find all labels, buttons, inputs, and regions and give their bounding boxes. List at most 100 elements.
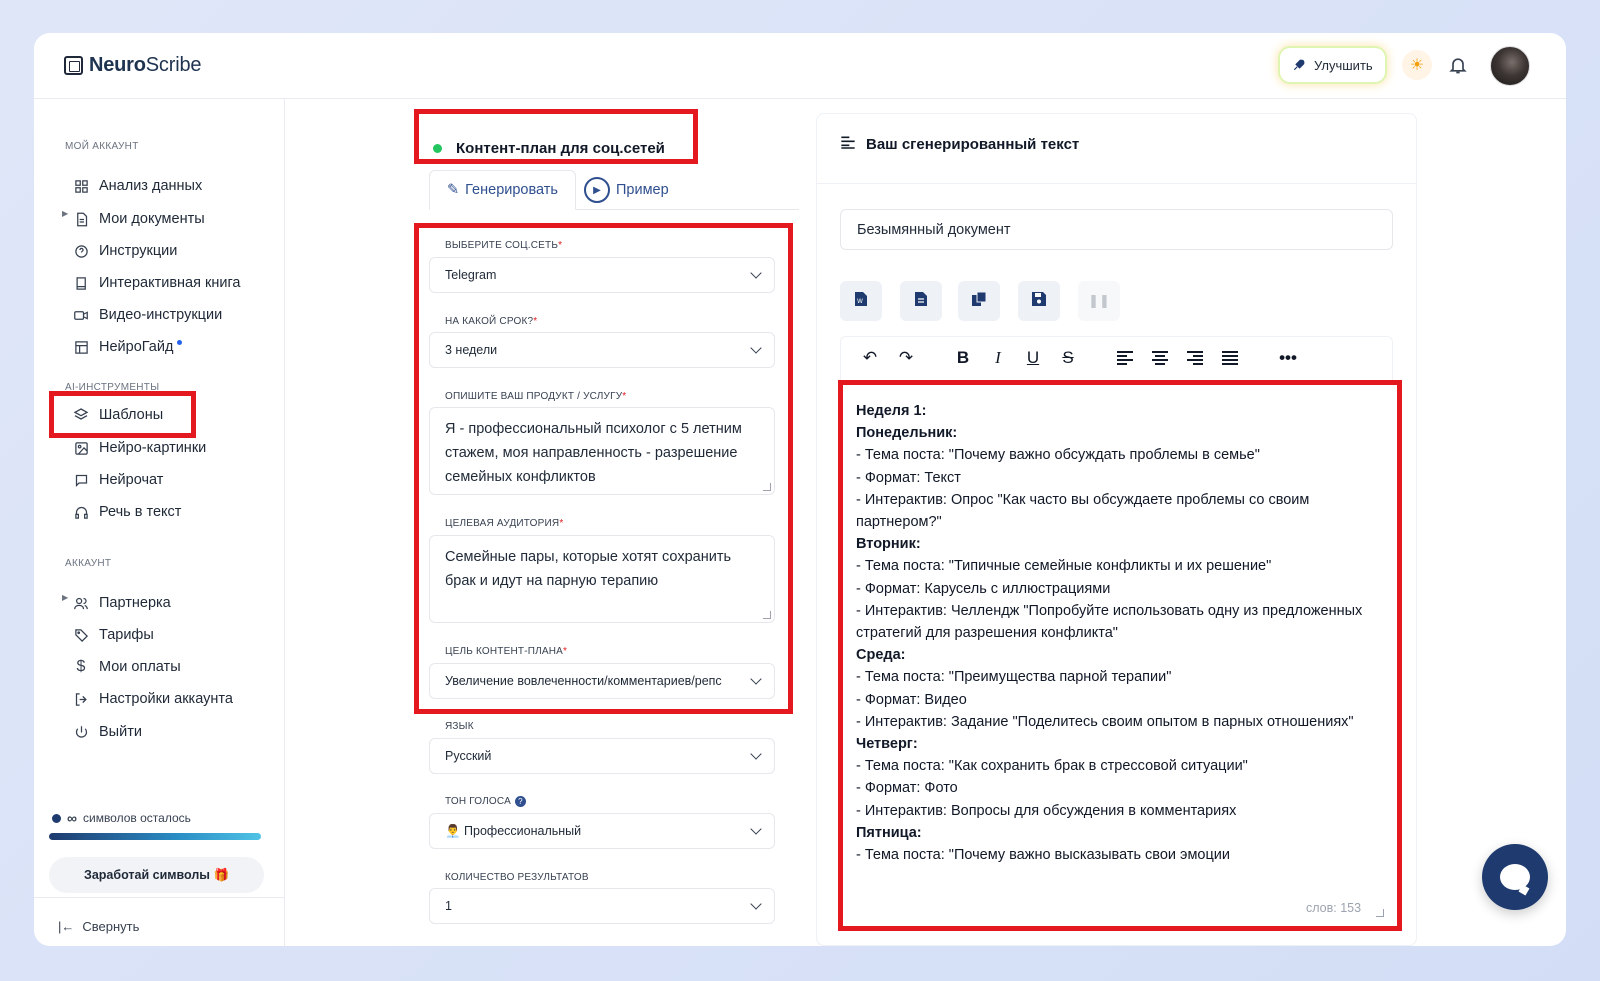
- editor-line: - Формат: Видео: [856, 691, 967, 708]
- editor-resize-handle[interactable]: [1376, 909, 1384, 917]
- language-select[interactable]: Русский: [429, 738, 775, 774]
- dollar-icon: $: [76, 658, 86, 675]
- export-word-button[interactable]: W: [840, 281, 882, 321]
- sidebar-item-partner[interactable]: Партнерка: [73, 591, 171, 615]
- chevron-down-icon: [750, 898, 762, 910]
- editor-line: - Формат: Фото: [856, 780, 958, 797]
- sidebar-item-my-documents[interactable]: Мои документы: [73, 207, 205, 231]
- language-label: ЯЗЫК: [445, 721, 474, 732]
- tone-select[interactable]: 👨‍💼 Профессиональный: [429, 813, 775, 849]
- sidebar-item-label: Анализ данных: [99, 178, 203, 194]
- chevron-down-icon: [750, 823, 762, 835]
- editor-line: - Тема поста: "Типичные семейные конфлик…: [856, 558, 1272, 575]
- sidebar: МОЙ АККАУНТ Анализ данных ▶ Мои документ…: [34, 99, 285, 946]
- sidebar-item-speech-to-text[interactable]: Речь в текст: [73, 500, 181, 524]
- editor-line: Среда:: [856, 647, 906, 664]
- tab-generate[interactable]: ✎ Генерировать: [429, 170, 576, 210]
- sidebar-item-neuroguide[interactable]: НейроГайд: [73, 335, 183, 359]
- social-select[interactable]: Telegram: [429, 257, 775, 293]
- sidebar-divider: [34, 897, 285, 898]
- logo-icon: [64, 56, 83, 75]
- copy-button[interactable]: [958, 281, 1000, 321]
- form-tabs: ✎ Генерировать ▶ Пример: [429, 170, 799, 210]
- user-avatar[interactable]: [1490, 46, 1530, 86]
- expand-caret-icon[interactable]: ▶: [62, 209, 68, 218]
- sidebar-item-data-analysis[interactable]: Анализ данных: [73, 174, 202, 198]
- chevron-down-icon: [750, 673, 762, 685]
- align-center-icon[interactable]: [1148, 346, 1172, 370]
- layers-icon: [73, 407, 89, 423]
- editor-line: - Интерактив: Задание "Поделитесь своим …: [856, 713, 1354, 730]
- editor-line: - Тема поста: "Почему важно высказывать …: [856, 847, 1230, 864]
- sidebar-item-label: НейроГайд: [99, 339, 174, 355]
- redo-icon[interactable]: ↷: [894, 346, 918, 370]
- goal-label: ЦЕЛЬ КОНТЕНТ-ПЛАНА*: [445, 646, 568, 657]
- editor-line: Четверг:: [856, 736, 918, 753]
- theme-toggle-sun-icon[interactable]: ☀: [1402, 50, 1432, 80]
- logo[interactable]: NeuroScribe: [64, 54, 201, 77]
- notifications-bell-icon[interactable]: [1444, 51, 1472, 79]
- audience-textarea[interactable]: Семейные пары, которые хотят сохранить б…: [429, 535, 775, 623]
- product-label: ОПИШИТЕ ВАШ ПРОДУКТ / УСЛУГУ*: [445, 391, 627, 402]
- align-justify-icon[interactable]: [1218, 346, 1242, 370]
- count-select[interactable]: 1: [429, 888, 775, 924]
- credits-remaining: ∞ символов осталось: [52, 810, 191, 826]
- earn-symbols-button[interactable]: Заработай символы 🎁: [49, 857, 264, 893]
- italic-icon[interactable]: I: [986, 346, 1010, 370]
- tone-label: ТОН ГОЛОСА?: [445, 796, 526, 807]
- sidebar-item-neuro-images[interactable]: Нейро-картинки: [73, 436, 206, 460]
- sidebar-item-instructions[interactable]: Инструкции: [73, 239, 177, 263]
- goal-select[interactable]: Увеличение вовлеченности/комментариев/ре…: [429, 663, 775, 699]
- tab-example[interactable]: ▶ Пример: [584, 170, 669, 210]
- book-icon: [73, 275, 89, 291]
- support-chat-button[interactable]: [1482, 844, 1548, 910]
- align-right-icon[interactable]: [1183, 346, 1207, 370]
- collapse-label: Свернуть: [82, 919, 140, 934]
- sidebar-item-label: Мои оплаты: [99, 659, 181, 675]
- credits-progress-bar: [49, 833, 261, 840]
- output-divider: [816, 183, 1417, 184]
- generated-text-editor[interactable]: Неделя 1: Понедельник: - Тема поста: "Поче…: [846, 388, 1386, 913]
- sidebar-item-video-instructions[interactable]: Видео-инструкции: [73, 303, 222, 327]
- more-options-icon[interactable]: •••: [1276, 346, 1300, 370]
- period-select[interactable]: 3 недели: [429, 332, 775, 368]
- pencil-icon: ✎: [447, 182, 460, 198]
- sidebar-item-neurochat[interactable]: Нейрочат: [73, 468, 163, 492]
- undo-icon[interactable]: ↶: [858, 346, 882, 370]
- sidebar-item-label: Партнерка: [99, 595, 171, 611]
- sidebar-item-account-settings[interactable]: Настройки аккаунта: [73, 687, 233, 711]
- sidebar-item-label: Настройки аккаунта: [99, 691, 233, 707]
- align-left-icon[interactable]: [1113, 346, 1137, 370]
- resize-handle[interactable]: [763, 483, 771, 491]
- sidebar-item-payments[interactable]: $ Мои оплаты: [73, 655, 181, 679]
- pause-icon: ❚❚: [1088, 293, 1110, 308]
- sidebar-item-tariffs[interactable]: Тарифы: [73, 623, 154, 647]
- chevron-down-icon: [750, 267, 762, 279]
- export-text-button[interactable]: [900, 281, 942, 321]
- collapse-arrow-icon: |←: [58, 919, 75, 934]
- new-indicator-dot: [177, 339, 183, 345]
- resize-handle[interactable]: [763, 611, 771, 619]
- sidebar-item-logout[interactable]: Выйти: [73, 720, 142, 744]
- collapse-sidebar-button[interactable]: |← Свернуть: [58, 919, 139, 934]
- sidebar-item-interactive-book[interactable]: Интерактивная книга: [73, 271, 241, 295]
- product-textarea[interactable]: Я - профессиональный психолог с 5 летним…: [429, 407, 775, 495]
- pause-button[interactable]: ❚❚: [1078, 281, 1120, 321]
- sidebar-item-label: Нейро-картинки: [99, 440, 207, 456]
- strikethrough-icon[interactable]: S: [1056, 346, 1080, 370]
- form-title-text: Контент-план для соц.сетей: [456, 140, 665, 157]
- save-button[interactable]: [1018, 281, 1060, 321]
- upgrade-button[interactable]: Улучшить: [1280, 48, 1385, 82]
- expand-caret-icon[interactable]: ▶: [62, 593, 68, 602]
- tag-icon: [73, 627, 89, 643]
- credits-dot: [52, 813, 61, 823]
- document-name-input[interactable]: Безымянный документ: [840, 209, 1393, 250]
- sidebar-item-templates[interactable]: Шаблоны: [73, 403, 163, 427]
- users-icon: [73, 595, 89, 611]
- info-icon[interactable]: ?: [514, 796, 526, 807]
- sidebar-item-label: Видео-инструкции: [99, 307, 223, 323]
- headphones-icon: [73, 504, 89, 520]
- file-text-icon: [915, 291, 927, 311]
- bold-icon[interactable]: B: [951, 346, 975, 370]
- underline-icon[interactable]: U: [1021, 346, 1045, 370]
